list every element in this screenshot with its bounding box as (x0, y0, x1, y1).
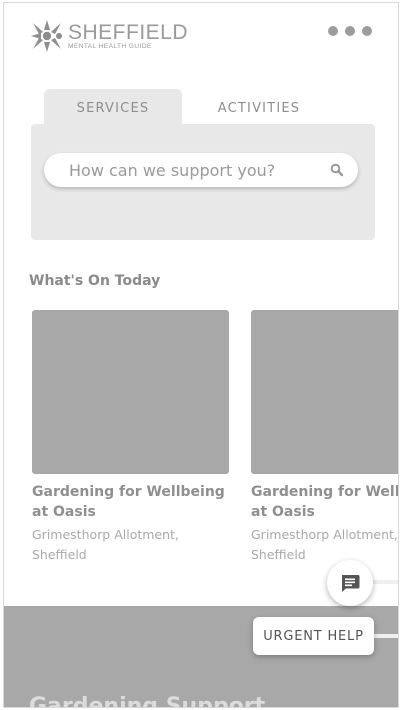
search-box[interactable] (44, 153, 358, 187)
event-image (251, 310, 398, 474)
event-location-line: Grimesthorp Allotment, (32, 527, 179, 542)
logo-name: SHEFFIELD (68, 20, 189, 44)
logo-subtitle: MENTAL HEALTH GUIDE (68, 42, 152, 50)
event-location-line: Grimesthorp Allotment, (251, 527, 398, 542)
chat-icon (342, 575, 360, 592)
tab-services[interactable]: SERVICES (44, 89, 182, 127)
app-frame: SHEFFIELD MENTAL HEALTH GUIDE SERVICES A… (3, 2, 399, 708)
event-title: Gardening for Wellbeing at Oasis (32, 482, 229, 522)
tab-activities[interactable]: ACTIVITIES (194, 89, 324, 127)
event-title-line: Gardening for Wellbeing (32, 484, 225, 500)
more-horizontal-icon (328, 26, 338, 36)
more-menu-button[interactable] (328, 23, 372, 39)
event-title-line: at Oasis (251, 504, 315, 520)
chat-button[interactable] (327, 560, 373, 606)
whats-on-title: What's On Today (29, 273, 161, 289)
bottom-section-heading: Gardening Support (29, 694, 266, 708)
event-image (32, 310, 229, 474)
logo-mark-icon (31, 20, 62, 52)
event-location: Grimesthorp Allotment, Sheffield (32, 525, 229, 565)
search-panel (31, 124, 375, 240)
event-card[interactable]: Gardening for Wellbeing at Oasis Grimest… (251, 310, 399, 565)
urgent-help-button[interactable]: URGENT HELP (253, 617, 374, 655)
logo[interactable]: SHEFFIELD MENTAL HEALTH GUIDE (30, 19, 188, 53)
tab-bar: SERVICES ACTIVITIES (44, 89, 304, 127)
logo-text: SHEFFIELD MENTAL HEALTH GUIDE (68, 22, 188, 51)
search-input[interactable] (67, 159, 321, 181)
event-title-line: at Oasis (32, 504, 96, 520)
event-card[interactable]: Gardening for Wellbeing at Oasis Grimest… (32, 310, 229, 565)
event-location-line: Sheffield (251, 547, 306, 562)
search-icon[interactable] (330, 163, 344, 177)
event-location-line: Sheffield (32, 547, 87, 562)
event-title-line: Gardening for Wellbeing (251, 484, 399, 500)
event-location: Grimesthorp Allotment, Sheffield (251, 525, 398, 565)
event-title: Gardening for Wellbeing at Oasis (251, 482, 399, 522)
